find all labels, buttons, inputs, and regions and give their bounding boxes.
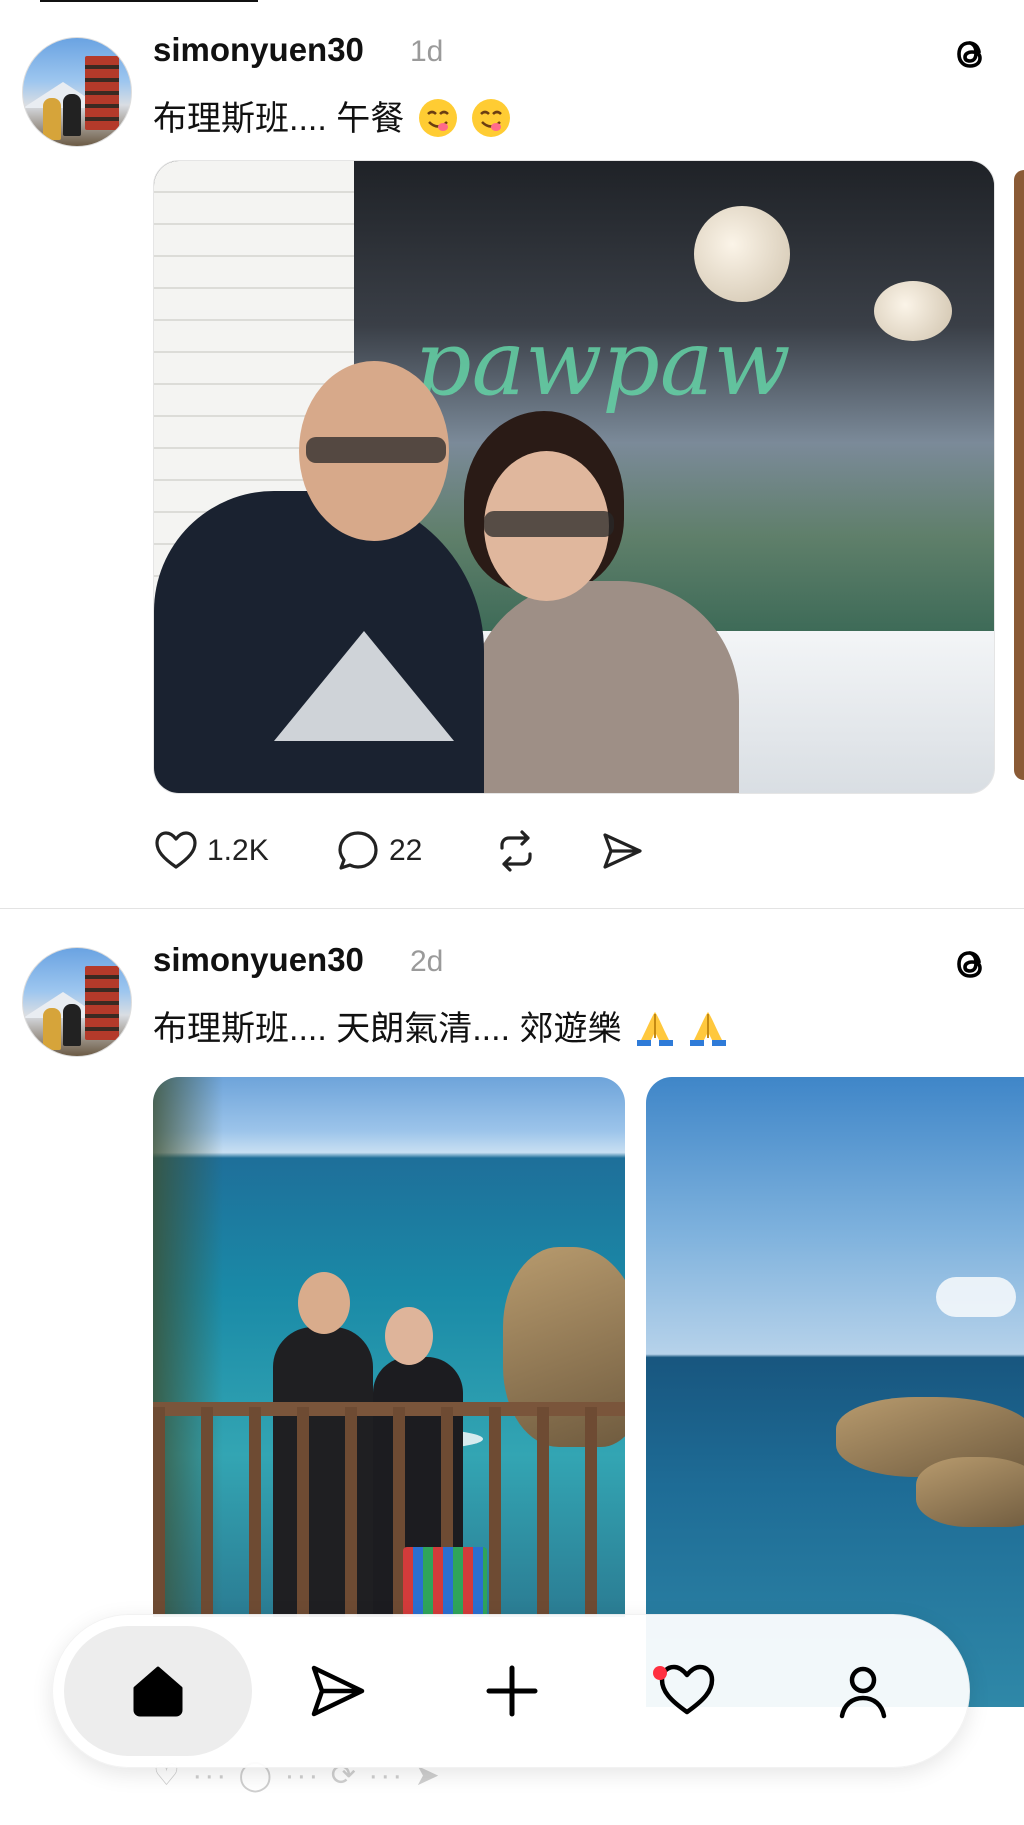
username[interactable]: simonyuen30 [153,941,364,979]
plus-icon [486,1665,538,1717]
username[interactable]: simonyuen30 [153,31,364,69]
post-photo-2[interactable] [646,1077,1024,1707]
repost-icon [500,830,532,872]
caption-text: 布理斯班.... 天朗氣清.... 郊遊樂 [153,1010,622,1048]
yum-emoji-icon [418,99,457,137]
post-1[interactable]: simonyuen30 1d 布理斯班.... 午餐 pawpaw 1.2K 2… [0,0,1024,908]
like-count: 1.2K [207,834,269,867]
post-photo[interactable]: pawpaw [153,160,995,794]
send-icon [603,833,642,869]
neon-sign: pawpaw [414,311,791,416]
nav-create[interactable] [447,1626,577,1756]
send-icon [311,1665,365,1717]
heart-icon [155,831,197,869]
avatar[interactable] [22,37,132,147]
nav-messages[interactable] [272,1626,402,1756]
share-button[interactable] [599,825,645,877]
nav-activity[interactable] [622,1626,752,1756]
post-photo-1[interactable] [153,1077,625,1617]
notification-dot [653,1666,667,1680]
post-divider [0,908,1024,909]
yum-emoji-icon [472,99,511,137]
repost-button[interactable] [493,825,539,877]
threads-logo-icon[interactable] [946,940,994,988]
comment-icon [338,831,378,870]
post-actions: 1.2K 22 [153,825,753,877]
comment-button[interactable]: 22 [335,825,422,877]
nav-profile[interactable] [798,1626,928,1756]
comment-count: 22 [389,834,423,867]
post-time: 2d [410,945,444,978]
next-photo-peek[interactable] [1014,170,1024,780]
post-time: 1d [410,35,444,68]
folded-hands-emoji-icon [690,1012,727,1046]
profile-icon [839,1666,887,1719]
avatar[interactable] [22,947,132,1057]
nav-home[interactable] [64,1626,252,1756]
like-button[interactable]: 1.2K [153,825,269,877]
home-icon [133,1666,183,1717]
folded-hands-emoji-icon [636,1012,673,1046]
threads-logo-icon[interactable] [946,30,994,78]
post-caption: 布理斯班.... 天朗氣清.... 郊遊樂 [153,1001,728,1050]
post-caption: 布理斯班.... 午餐 [153,91,511,140]
bottom-nav [52,1614,970,1768]
caption-text: 布理斯班.... 午餐 [153,100,405,138]
